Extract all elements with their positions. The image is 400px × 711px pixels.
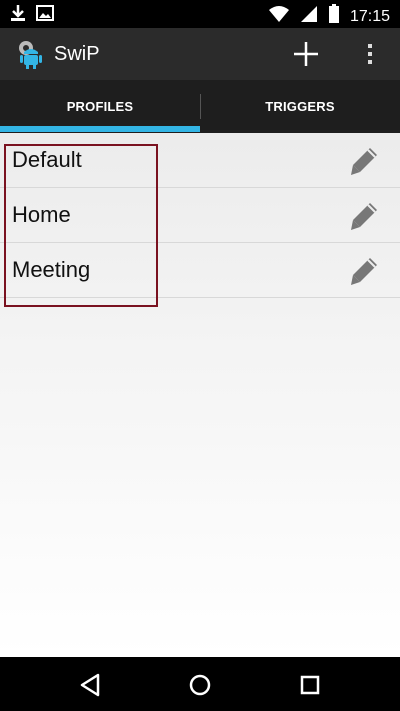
home-icon <box>189 674 211 696</box>
pencil-icon <box>351 258 377 285</box>
overflow-menu-button[interactable] <box>360 38 380 70</box>
recents-icon <box>300 675 320 695</box>
edit-profile-button[interactable] <box>348 255 380 287</box>
action-bar: SwiP <box>0 28 400 80</box>
back-icon <box>80 673 100 697</box>
list-item[interactable]: Home <box>0 188 400 243</box>
home-button[interactable] <box>184 669 216 701</box>
profile-name: Meeting <box>12 257 91 282</box>
app-title: SwiP <box>54 43 100 65</box>
recents-button[interactable] <box>294 669 326 701</box>
tab-selected-indicator <box>0 126 200 132</box>
profile-name: Home <box>12 202 71 227</box>
edit-profile-button[interactable] <box>348 145 380 177</box>
plus-icon <box>294 42 318 66</box>
image-icon <box>36 4 54 27</box>
status-time: 17:15 <box>349 7 390 25</box>
navigation-bar <box>0 657 400 711</box>
battery-icon <box>328 4 340 29</box>
edit-profile-button[interactable] <box>348 200 380 232</box>
list-item[interactable]: Meeting <box>0 243 400 298</box>
list-item[interactable]: Default <box>0 133 400 188</box>
pencil-icon <box>351 148 377 175</box>
status-bar: 17:15 <box>0 0 400 28</box>
tab-triggers[interactable]: TRIGGERS <box>200 80 400 133</box>
add-profile-button[interactable] <box>290 38 322 70</box>
wifi-icon <box>268 5 290 28</box>
profile-name: Default <box>12 147 82 172</box>
pencil-icon <box>351 203 377 230</box>
download-icon <box>10 4 26 27</box>
signal-icon <box>300 5 318 28</box>
overflow-menu-icon <box>368 44 372 64</box>
android-gear-icon <box>16 40 46 70</box>
back-button[interactable] <box>74 669 106 701</box>
profiles-list: Default Home Meeting <box>0 133 400 657</box>
